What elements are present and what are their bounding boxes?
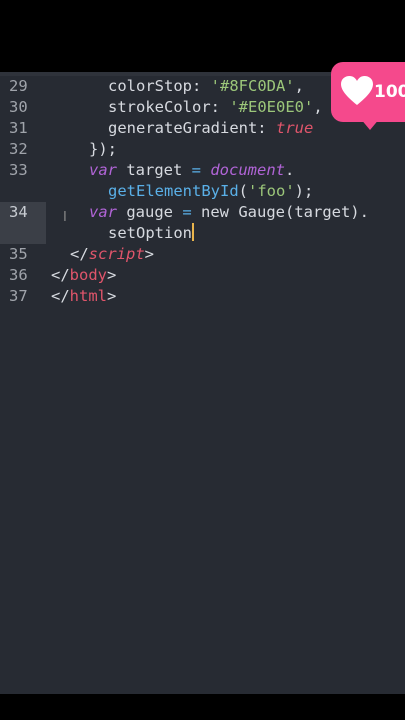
code-text: getElementById('foo');	[108, 181, 313, 202]
code-token: gauge	[117, 203, 183, 221]
line-number: 37	[9, 287, 28, 305]
code-token: setOption	[108, 224, 192, 242]
like-badge-tail	[360, 118, 380, 130]
code-text: var target = document.	[89, 160, 294, 181]
code-token: colorStop:	[108, 77, 211, 95]
code-token: ,	[294, 77, 304, 95]
code-token: body	[69, 266, 107, 284]
ibeam-cursor-icon: I	[63, 210, 67, 225]
code-token: var	[89, 161, 117, 179]
code-text: strokeColor: '#E0E0E0',	[108, 97, 323, 118]
code-line[interactable]: 37 </html>	[0, 286, 405, 307]
line-number: 35	[9, 245, 28, 263]
code-token: );	[294, 182, 314, 200]
code-token: ,	[313, 98, 323, 116]
code-token: >	[144, 245, 155, 263]
line-number: 30	[9, 98, 28, 116]
code-token: true	[275, 119, 314, 137]
code-token: </	[70, 245, 89, 263]
code-line[interactable]: getElementById('foo');	[0, 181, 405, 202]
code-token: generateGradient:	[108, 119, 276, 137]
code-text: </script>	[70, 244, 154, 265]
code-text: </html>	[51, 286, 116, 307]
code-token: =	[182, 203, 192, 221]
code-line[interactable]: 35 </script>	[0, 244, 405, 265]
code-text: generateGradient: true	[108, 118, 313, 139]
code-token: new Gauge(target).	[191, 203, 369, 221]
code-token: '#E0E0E0'	[229, 98, 314, 116]
code-token: >	[107, 287, 117, 305]
line-number: 36	[9, 266, 28, 284]
code-token: script	[88, 245, 145, 263]
code-line[interactable]: setOption	[0, 223, 405, 244]
code-line[interactable]: 34 var gauge = new Gauge(target).	[0, 202, 405, 244]
code-token: >	[107, 266, 117, 284]
line-number: 32	[9, 140, 28, 158]
code-line[interactable]: 36 </body>	[0, 265, 405, 286]
line-number: 33	[9, 161, 28, 179]
code-token: </	[51, 266, 70, 284]
code-text: colorStop: '#8FC0DA',	[108, 76, 304, 97]
heart-icon	[341, 76, 373, 105]
code-token: (	[238, 182, 248, 200]
like-count: 100	[374, 82, 405, 102]
like-badge[interactable]: 100	[331, 62, 405, 122]
code-token: =	[191, 161, 201, 179]
code-token: });	[89, 140, 117, 158]
line-number: 29	[9, 77, 28, 95]
code-token: strokeColor:	[108, 98, 230, 116]
code-token: var	[89, 203, 117, 221]
code-token: .	[285, 161, 295, 179]
code-token: getElementById	[108, 182, 239, 200]
code-line[interactable]: 32});	[0, 139, 405, 160]
text-cursor	[192, 223, 194, 241]
code-token: html	[69, 287, 107, 305]
code-token: document	[210, 161, 285, 179]
line-number: 31	[9, 119, 28, 137]
code-token: </	[51, 287, 70, 305]
code-line[interactable]: 33 var target = document.	[0, 160, 405, 181]
code-token: target	[117, 161, 192, 179]
code-token: 'foo'	[248, 182, 295, 200]
code-text: </body>	[51, 265, 116, 286]
code-text: var gauge = new Gauge(target).	[89, 202, 369, 223]
code-token: '#8FC0DA'	[210, 77, 295, 95]
code-text: setOption	[108, 223, 194, 244]
code-editor[interactable]: 29 colorStop: '#8FC0DA', 30 strokeColor: '#…	[0, 72, 405, 694]
code-text: });	[89, 139, 117, 160]
